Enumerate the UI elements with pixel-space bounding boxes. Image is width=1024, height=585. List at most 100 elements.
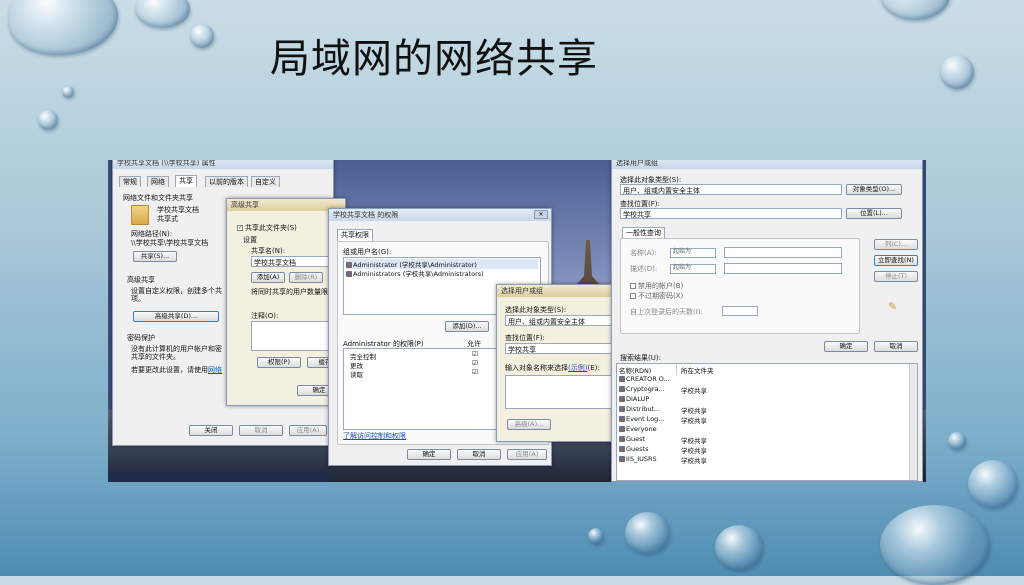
object-types-button[interactable]: 对象类型(O)... <box>846 184 902 195</box>
close-button[interactable]: 关闭 <box>189 425 233 436</box>
permissions-title: 学校共享文档 的权限 <box>329 209 551 221</box>
locations-button[interactable]: 位置(L)... <box>846 208 902 219</box>
table-row[interactable]: DIALUP <box>619 395 649 403</box>
user-name: Administrators (学校共享\Administrators) <box>353 270 484 278</box>
water-drop <box>625 512 670 554</box>
table-row[interactable]: Distribut... <box>619 405 660 413</box>
advanced-sharing-button[interactable]: 高级共享(D)... <box>133 311 219 322</box>
search-icon: ✎ <box>888 300 898 313</box>
name-input[interactable] <box>724 247 842 258</box>
select-ok-button[interactable]: 确定 <box>824 341 868 352</box>
user-group-icon <box>619 456 625 462</box>
select-title: 选择用户或组 <box>612 160 922 169</box>
select-users-dialog: 选择用户或组 选择此对象类型(S): 用户、组或内置安全主体 对象类型(O)..… <box>611 160 923 482</box>
advanced-button[interactable]: 高级(A)... <box>507 419 551 430</box>
permission-checkbox[interactable]: ☑ <box>472 359 478 367</box>
table-row[interactable]: CREATOR O... <box>619 375 670 383</box>
non-expiring-check[interactable]: 不过期密码(X) <box>630 291 683 301</box>
user-group-icon <box>619 406 625 412</box>
result-name: Cryptogra... <box>626 385 665 393</box>
screenshot-panel: 学校共享文档 (\\学校共享) 属性 常规 网络 共享 以前的版本 自定义 网络… <box>108 160 926 482</box>
object-type-value: 用户、组或内置安全主体 <box>505 315 613 326</box>
find-now-button[interactable]: 立即查找(N) <box>874 255 918 266</box>
stop-button[interactable]: 停止(T) <box>874 271 918 282</box>
close-icon[interactable]: ✕ <box>534 210 548 219</box>
apply-button[interactable]: 应用(A) <box>289 425 327 436</box>
result-name: CREATOR O... <box>626 375 670 383</box>
result-name: Guests <box>626 445 649 453</box>
water-drop <box>135 0 190 28</box>
checkbox-icon <box>630 293 636 299</box>
password-desc-3: 若要更改此设置，请使用网络 <box>131 365 222 375</box>
columns-button[interactable]: 列(C)... <box>874 239 918 250</box>
add-share-button[interactable]: 添加(A) <box>251 272 285 283</box>
disabled-accounts-check[interactable]: 禁用的帐户(B) <box>630 281 683 291</box>
share-button[interactable]: 共享(S)... <box>133 251 177 262</box>
tab-custom[interactable]: 自定义 <box>251 176 280 187</box>
column-header-folder[interactable]: 所在文件夹 <box>681 365 714 375</box>
result-folder: 学校共享 <box>681 407 707 415</box>
examples-link[interactable]: (示例) <box>568 364 587 372</box>
user-group-icon <box>619 446 625 452</box>
share-folder-label: 共享此文件夹(S) <box>245 224 297 232</box>
table-row[interactable]: IIS_IUSRS <box>619 455 657 463</box>
tab-general[interactable]: 常规 <box>119 176 141 187</box>
folder-state: 共享式 <box>157 215 178 223</box>
share-folder-check[interactable]: ✓ 共享此文件夹(S) <box>237 223 297 233</box>
disabled-accounts-label: 禁用的帐户(B) <box>638 282 684 290</box>
network-link[interactable]: 网络 <box>208 366 222 374</box>
tab-network[interactable]: 网络 <box>147 176 169 187</box>
scrollbar[interactable] <box>909 364 917 480</box>
page-title: 局域网的网络共享 <box>270 36 598 82</box>
result-folder: 学校共享 <box>681 457 707 465</box>
enter-names-suffix: (E): <box>587 364 600 372</box>
water-drop <box>880 0 950 20</box>
description-input[interactable] <box>724 263 842 274</box>
description-label: 描述(D): <box>630 265 658 273</box>
desc-match-select[interactable]: 起始为 <box>670 264 716 274</box>
water-drop <box>880 505 990 585</box>
section-advanced-sharing: 高级共享 <box>127 276 155 284</box>
select-users-small-dialog: 选择用户或组 选择此对象类型(S): 用户、组或内置安全主体 查找位置(F): … <box>496 284 618 442</box>
list-item[interactable]: Administrators (学校共享\Administrators) <box>346 268 484 278</box>
table-row[interactable]: Cryptogra... <box>619 385 665 393</box>
result-folder: 学校共享 <box>681 437 707 445</box>
user-group-icon <box>619 416 625 422</box>
object-names-input[interactable] <box>505 375 613 409</box>
cancel-button[interactable]: 取消 <box>239 425 283 436</box>
user-group-icon <box>619 436 625 442</box>
group-users-label: 组或用户名(G): <box>343 248 392 256</box>
tab-share-permissions[interactable]: 共享权限 <box>337 229 373 241</box>
object-type-label: 选择此对象类型(S): <box>505 306 567 314</box>
table-row[interactable]: Guest <box>619 435 645 443</box>
result-name: Guest <box>626 435 646 443</box>
password-desc-2: 共享的文件夹。 <box>131 353 180 361</box>
select-cancel-button[interactable]: 取消 <box>874 341 918 352</box>
checkbox-icon <box>630 283 636 289</box>
perm-ok-button[interactable]: 确定 <box>407 449 451 460</box>
result-name: Event Log... <box>626 415 665 423</box>
access-control-link[interactable]: 了解访问控制和权限 <box>343 431 406 441</box>
perm-apply-button[interactable]: 应用(A) <box>507 449 547 460</box>
user-group-icon <box>619 396 625 402</box>
permissions-button[interactable]: 权限(P) <box>257 357 301 368</box>
location-value: 学校共享 <box>505 343 613 354</box>
search-results-label: 搜索结果(U): <box>620 354 661 362</box>
perm-cancel-button[interactable]: 取消 <box>457 449 501 460</box>
result-name: Distribut... <box>626 405 661 413</box>
add-user-button[interactable]: 添加(D)... <box>445 321 489 332</box>
remove-share-button[interactable]: 删除(R) <box>289 272 323 283</box>
password-change-text: 若要更改此设置，请使用 <box>131 366 208 374</box>
name-match-select[interactable]: 起始为 <box>670 248 716 258</box>
table-row[interactable]: Event Log... <box>619 415 665 423</box>
permission-checkbox[interactable]: ☑ <box>472 368 478 376</box>
tab-sharing[interactable]: 共享 <box>175 175 197 187</box>
days-select[interactable] <box>722 306 758 316</box>
permission-checkbox[interactable]: ☑ <box>472 350 478 358</box>
settings-label: 设置 <box>243 236 257 244</box>
table-row[interactable]: Guests <box>619 445 648 453</box>
column-header-name[interactable]: 名称(RDN) <box>619 365 677 375</box>
section-password: 密码保护 <box>127 334 155 342</box>
table-row[interactable]: Everyone <box>619 425 657 433</box>
tab-previous-versions[interactable]: 以前的版本 <box>205 176 248 187</box>
